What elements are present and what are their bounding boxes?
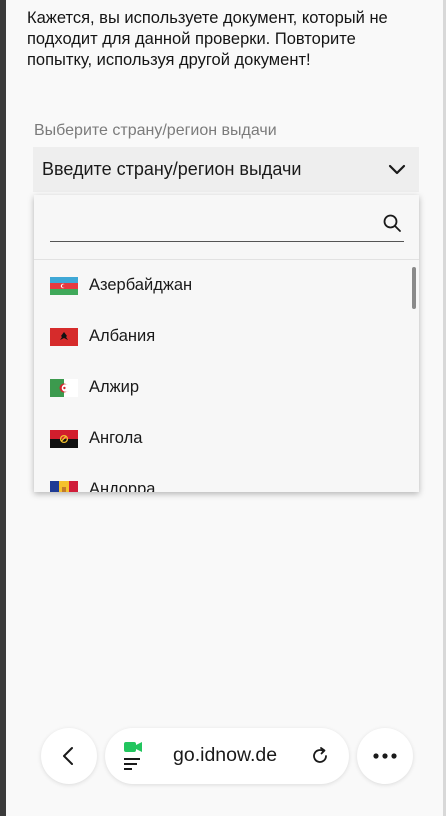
left-edge	[0, 0, 6, 816]
algeria-flag-icon	[50, 378, 78, 397]
list-item-label: Ангола	[89, 429, 143, 447]
country-select-label: Выберите страну/регион выдачи	[34, 122, 277, 139]
browser-bottom-bar: go.idnow.de	[0, 720, 446, 816]
list-item-albania[interactable]: Албания	[34, 311, 419, 362]
reload-icon[interactable]	[310, 746, 330, 766]
error-message: Кажется, вы используете документ, которы…	[27, 9, 388, 69]
more-dots-icon	[373, 753, 397, 759]
list-item-algeria[interactable]: Алжир	[34, 362, 419, 413]
azerbaijan-flag-icon	[50, 276, 78, 295]
chevron-down-icon	[387, 160, 407, 185]
chevron-left-icon	[63, 747, 73, 765]
list-item-label: Азербайджан	[89, 276, 193, 294]
url-text: go.idnow.de	[173, 744, 278, 766]
list-item-angola[interactable]: Ангола	[34, 413, 419, 464]
list-item-azerbaijan[interactable]: Азербайджан	[34, 260, 419, 311]
country-select-value: Введите страну/регион выдачи	[42, 159, 302, 179]
andorra-flag-icon	[50, 480, 78, 492]
list-item-label: Алжир	[89, 378, 140, 396]
list-item-label: Албания	[89, 327, 156, 345]
search-input[interactable]	[50, 208, 374, 240]
angola-flag-icon	[50, 429, 78, 448]
search-field	[50, 208, 404, 242]
country-dropdown: Азербайджан Албания Алжир Ангола Андорра	[34, 195, 419, 492]
more-menu-button[interactable]	[357, 728, 413, 784]
country-list: Азербайджан Албания Алжир Ангола Андорра	[34, 260, 419, 492]
scrollbar[interactable]	[412, 267, 416, 309]
albania-flag-icon	[50, 327, 78, 346]
list-item-label: Андорра	[89, 480, 156, 492]
back-button[interactable]	[41, 728, 97, 784]
country-select[interactable]: Введите страну/регион выдачи	[33, 147, 419, 192]
search-icon[interactable]	[382, 213, 402, 238]
url-bar[interactable]: go.idnow.de	[105, 728, 349, 784]
list-item-andorra[interactable]: Андорра	[34, 464, 419, 492]
camera-tabs-icon	[124, 742, 142, 770]
